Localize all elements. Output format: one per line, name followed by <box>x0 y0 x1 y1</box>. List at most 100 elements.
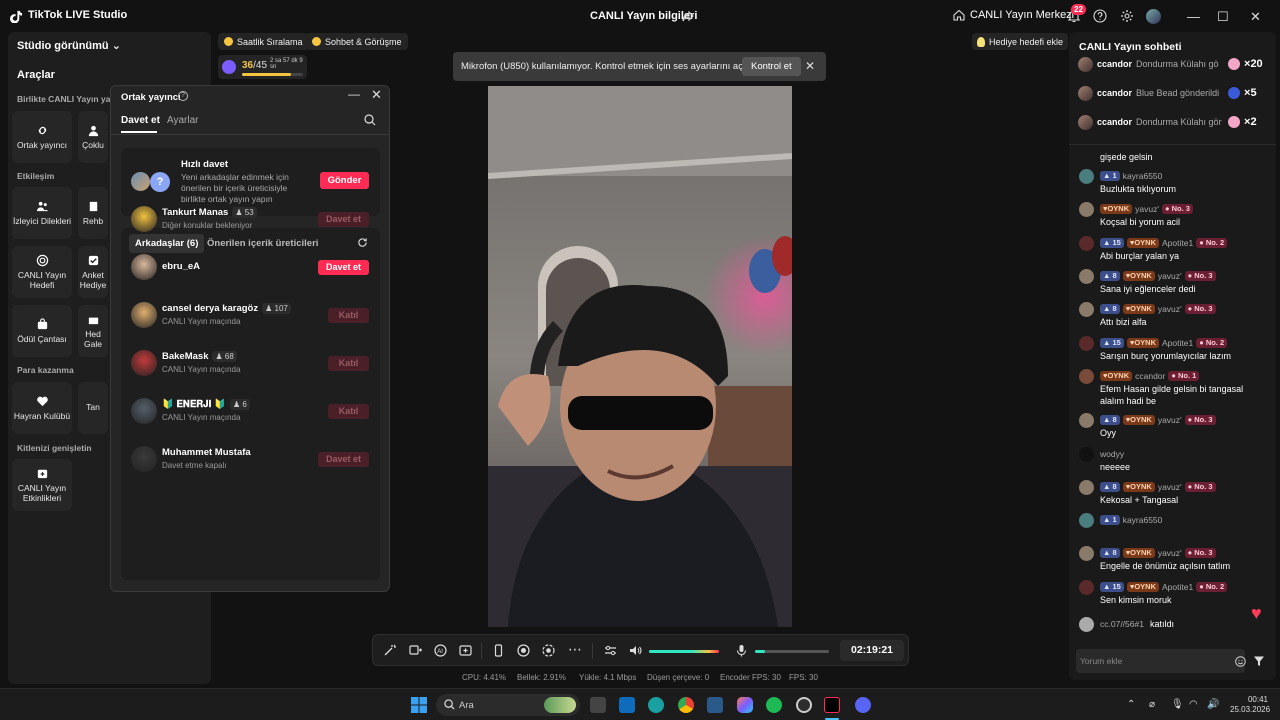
tool-tan[interactable]: Tan <box>78 382 108 434</box>
microphone-tray-icon[interactable]: 🎙 <box>1171 699 1184 710</box>
discord-icon[interactable] <box>855 697 871 713</box>
help-icon[interactable] <box>1093 9 1107 23</box>
mixer-icon[interactable] <box>604 644 617 657</box>
chat-username[interactable]: wodyy <box>1100 449 1124 459</box>
chevron-up-icon[interactable]: ⌃ <box>1127 699 1135 710</box>
speaker-icon[interactable] <box>629 644 642 657</box>
chat-username[interactable]: Apotite1 <box>1162 582 1193 592</box>
share-icon[interactable] <box>682 10 694 22</box>
send-button[interactable]: Gönder <box>320 172 369 189</box>
level-badge: ▲ 8 <box>1100 415 1120 425</box>
windows-start-icon[interactable] <box>411 697 427 713</box>
friend-action-button[interactable]: Davet et <box>318 452 369 467</box>
help-icon[interactable]: ? <box>178 91 188 101</box>
record-icon[interactable] <box>517 644 530 657</box>
microphone-icon[interactable] <box>735 644 748 657</box>
more-icon[interactable]: ⋯ <box>568 641 582 658</box>
tool-live-events[interactable]: CANLI Yayın Etkinlikleri <box>12 459 72 511</box>
tool-fan-club[interactable]: Hayran Kulübü <box>12 382 72 434</box>
chat-username[interactable]: Apotite1 <box>1162 238 1193 248</box>
chat-username[interactable]: yavuz' <box>1135 204 1159 214</box>
rank-badge: ● No. 3 <box>1184 271 1216 281</box>
avatar <box>1079 168 1094 184</box>
live-center-button[interactable]: CANLI Yayın Merkezi <box>953 9 1074 21</box>
tool-live-goal[interactable]: CANLI Yayın Hedefi <box>12 246 72 298</box>
phone-icon[interactable] <box>492 644 505 657</box>
network-offline-icon[interactable]: ⌀ <box>1149 699 1155 710</box>
magic-wand-icon[interactable] <box>383 644 396 657</box>
friend-action-button[interactable]: Davet et <box>318 260 369 275</box>
app-icon[interactable] <box>796 697 812 713</box>
source-add-icon[interactable] <box>409 644 422 657</box>
chat-username[interactable]: yavuz' <box>1158 548 1182 558</box>
chat-username[interactable]: yavuz' <box>1158 482 1182 492</box>
capture-icon[interactable] <box>542 644 555 657</box>
edge-icon[interactable] <box>648 697 664 713</box>
profile-avatar[interactable] <box>1146 9 1161 24</box>
heart-like-icon[interactable]: ♥ <box>1251 603 1262 624</box>
chat-meet-pill[interactable]: Sohbet & Görüşme <box>306 33 408 50</box>
chat-username[interactable]: kayra6550 <box>1123 515 1163 525</box>
chat-username[interactable]: kayra6550 <box>1123 171 1163 181</box>
goal-progress[interactable]: 36/45 2 sa 57 dk 9 sn <box>218 55 307 79</box>
chat-username[interactable]: ccandor <box>1135 371 1165 381</box>
friend-action-button[interactable]: Katıl <box>328 404 369 419</box>
tab-settings[interactable]: Ayarlar <box>167 115 199 126</box>
filter-icon[interactable] <box>1253 655 1265 667</box>
chat-username[interactable]: yavuz' <box>1158 304 1182 314</box>
tool-poll[interactable]: Anket Hediye <box>78 246 108 298</box>
taskbar-search[interactable]: Ara <box>436 694 580 716</box>
add-gift-goal-button[interactable]: Hediye hedefi ekle <box>972 33 1069 50</box>
network-app-icon[interactable] <box>707 697 723 713</box>
tool-guide[interactable]: Rehb <box>78 187 108 239</box>
chat-username[interactable]: Apotite1 <box>1162 338 1193 348</box>
ai-icon[interactable]: AI <box>434 644 447 657</box>
tab-invite[interactable]: Davet et <box>121 115 160 126</box>
friend-action-button[interactable]: Katıl <box>328 356 369 371</box>
system-clock[interactable]: 00:41 25.03.2026 <box>1230 695 1270 715</box>
volume-icon[interactable]: 🔊 <box>1207 699 1219 710</box>
comment-input[interactable]: Yorum ekle <box>1076 649 1246 673</box>
copilot-icon[interactable] <box>737 697 753 713</box>
search-icon[interactable] <box>364 114 376 126</box>
tool-reward-bag[interactable]: Ödül Çantası <box>12 305 72 357</box>
chat-message: ▲ 8 ♥OYNK yavuz' ● No. 3 Kekosal + Tangasal <box>1079 479 1269 507</box>
check-settings-button[interactable]: Kontrol et <box>742 57 801 76</box>
chrome-icon[interactable] <box>678 697 694 713</box>
tool-multi[interactable]: Çoklu <box>78 111 108 163</box>
minimize-icon[interactable]: — <box>348 87 360 101</box>
hourly-ranking-pill[interactable]: Saatlik Sıralama <box>218 33 309 50</box>
comment-placeholder: Yorum ekle <box>1080 656 1123 666</box>
follower-count: ♟ 53 <box>232 207 257 218</box>
gift-icon <box>1228 58 1241 70</box>
chat-message: ▲ 15 ♥OYNK Apotite1 ● No. 2 Sen kimsin moruk <box>1079 579 1269 607</box>
screen-add-icon[interactable] <box>459 644 472 657</box>
chat-username[interactable]: yavuz' <box>1158 271 1182 281</box>
chat-username[interactable]: yavuz' <box>1158 415 1182 425</box>
maximize-window-icon[interactable]: ☐ <box>1217 9 1229 25</box>
spotify-icon[interactable] <box>766 697 782 713</box>
gift-username: ccandor <box>1097 59 1133 69</box>
settings-gear-icon[interactable] <box>1120 9 1134 23</box>
chat-message: ♥OYNK yavuz' ● No. 3 Koçsal bi yorum acil <box>1079 201 1269 229</box>
friend-action-button[interactable]: Davet et <box>318 212 369 227</box>
chat-message: wodyy neeeee <box>1079 446 1269 474</box>
close-icon[interactable]: ✕ <box>805 59 815 73</box>
tool-co-host[interactable]: Ortak yayıncı <box>12 111 72 163</box>
mic-volume-slider[interactable] <box>755 650 829 653</box>
join-text: katıldı <box>1149 619 1174 629</box>
outlook-icon[interactable] <box>619 697 635 713</box>
minimize-window-icon[interactable]: — <box>1187 9 1200 24</box>
tool-viewer-wishes[interactable]: İzleyici Dilekleri <box>12 187 72 239</box>
emoji-icon[interactable] <box>1235 656 1246 667</box>
close-window-icon[interactable]: ✕ <box>1250 9 1261 25</box>
close-icon[interactable]: ✕ <box>371 87 382 103</box>
speaker-volume-slider[interactable] <box>649 650 719 653</box>
wifi-icon[interactable]: ◠ <box>1189 699 1198 710</box>
task-view-icon[interactable] <box>590 697 606 713</box>
tool-gift-gallery[interactable]: Hed Gale <box>78 305 108 357</box>
people-icon <box>36 201 48 211</box>
friend-action-button[interactable]: Katıl <box>328 308 369 323</box>
studio-view-dropdown[interactable]: Stüdio görünümü ⌄ <box>17 39 121 52</box>
tiktok-live-studio-taskbar-icon[interactable] <box>824 697 840 713</box>
